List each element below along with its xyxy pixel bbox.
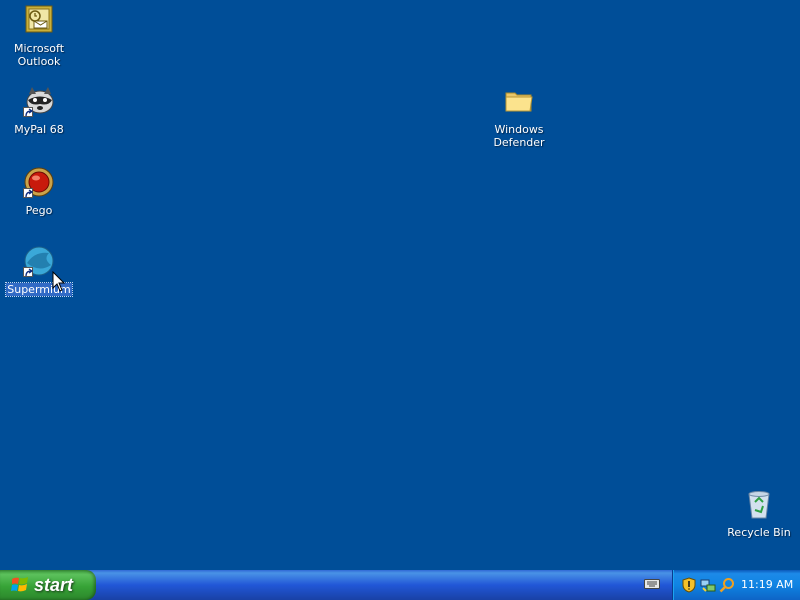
taskbar: start 11:19 AM [0, 570, 800, 600]
desktop-icon-mypal-68[interactable]: MyPal 68 [2, 85, 76, 137]
desktop-icon-label: Microsoft Outlook [13, 42, 65, 68]
desktop-icon-label: Pego [25, 204, 53, 217]
network-icon[interactable] [700, 577, 716, 593]
desktop-icon-windows-defender[interactable]: Windows Defender [482, 85, 556, 150]
desktop[interactable]: Microsoft Outlook MyPal 68 Pego Supermiu… [0, 0, 800, 570]
folder-icon [503, 85, 535, 117]
outlook-icon [23, 4, 55, 36]
shortcut-arrow-icon [23, 107, 34, 117]
desktop-icon-label: MyPal 68 [14, 123, 64, 136]
desktop-icon-pego[interactable]: Pego [2, 166, 76, 218]
start-label: start [34, 574, 74, 595]
desktop-icon-recycle-bin[interactable]: Recycle Bin [722, 488, 796, 540]
mypal-raccoon-icon [23, 85, 55, 117]
clock[interactable]: 11:19 AM [741, 578, 793, 591]
desktop-icon-label: Supermium [5, 282, 73, 297]
start-button[interactable]: start [0, 570, 96, 600]
desktop-icon-label: Windows Defender [493, 123, 545, 149]
recycle-bin-icon [743, 488, 775, 520]
desktop-icon-label: Recycle Bin [727, 526, 791, 539]
pego-icon [23, 166, 55, 198]
system-tray: 11:19 AM [672, 570, 800, 600]
shortcut-arrow-icon [23, 267, 34, 277]
search-icon[interactable] [719, 577, 735, 593]
desktop-icon-microsoft-outlook[interactable]: Microsoft Outlook [2, 4, 76, 69]
supermium-icon [23, 245, 55, 277]
shortcut-arrow-icon [23, 188, 34, 198]
windows-logo-icon [11, 577, 28, 592]
desktop-icon-supermium[interactable]: Supermium [2, 245, 76, 297]
security-shield-icon[interactable] [681, 577, 697, 593]
keyboard-icon[interactable] [644, 578, 660, 590]
